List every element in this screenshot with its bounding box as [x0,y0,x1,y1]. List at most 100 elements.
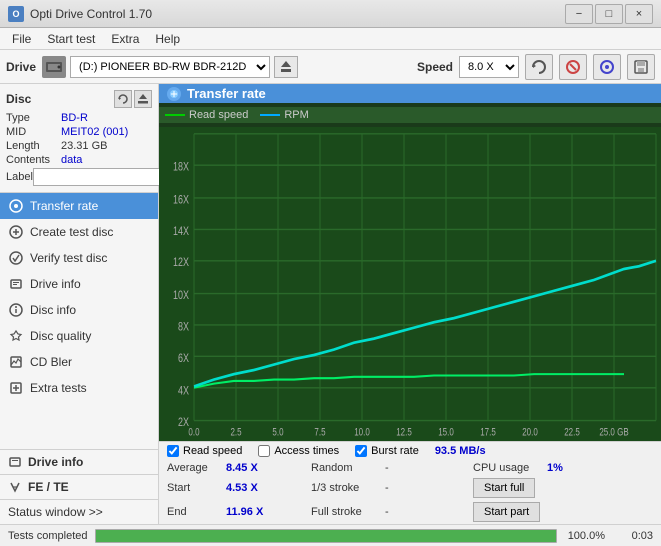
content-area: Transfer rate Read speed RPM [159,84,661,524]
svg-text:8X: 8X [178,320,189,334]
read-speed-cb[interactable] [167,445,179,457]
speed-select[interactable]: 8.0 X [459,56,519,78]
nav-disc-info-label: Disc info [30,303,76,317]
chart-title-bar: Transfer rate [159,84,661,103]
nav-cd-bler-label: CD Bler [30,355,72,369]
nav-extra-tests[interactable]: Extra tests [0,375,158,401]
length-key: Length [6,140,61,152]
status-window-button[interactable]: Status window >> [0,499,158,524]
access-times-checkbox[interactable]: Access times [258,445,339,457]
menu-start-test[interactable]: Start test [39,30,103,48]
contents-key: Contents [6,154,61,166]
drive-icon [42,56,66,78]
svg-text:17.5: 17.5 [480,426,496,439]
nav-create-test-disc[interactable]: Create test disc [0,219,158,245]
erase-button[interactable] [559,54,587,80]
svg-text:2X: 2X [178,416,189,430]
title-bar: O Opti Drive Control 1.70 − □ × [0,0,661,28]
menu-extra[interactable]: Extra [103,30,147,48]
svg-text:7.5: 7.5 [314,426,325,439]
stats-row-3: End 11.96 X Full stroke - Start part [159,500,661,524]
stats-col-cpu: CPU usage 1% [473,462,653,474]
stats-col-1-3: 1/3 stroke - [311,482,473,494]
main-content: Disc Type BD-R MID MEIT02 (001) [0,84,661,524]
progress-bar-container [95,529,557,543]
nav-verify-test-disc[interactable]: Verify test disc [0,245,158,271]
svg-text:16X: 16X [173,193,189,207]
stroke-1-3-key: 1/3 stroke [311,482,381,494]
speed-label: Speed [417,60,453,74]
drive-label: Drive [6,60,36,74]
burn-button[interactable] [593,54,621,80]
stroke-1-3-val: - [385,482,389,494]
verify-disc-icon [8,250,24,266]
legend-read-speed-label: Read speed [189,109,248,121]
burst-rate-cb[interactable] [355,445,367,457]
start-val: 4.53 X [226,482,271,494]
svg-text:10X: 10X [173,289,189,303]
menu-file[interactable]: File [4,30,39,48]
length-val: 23.31 GB [61,140,107,152]
save-button[interactable] [627,54,655,80]
nav-transfer-rate[interactable]: Transfer rate [0,193,158,219]
start-full-button[interactable]: Start full [473,478,535,498]
drive-selector-wrapper: (D:) PIONEER BD-RW BDR-212D 1.00 [42,56,411,78]
disc-eject-icon[interactable] [134,90,152,108]
end-val: 11.96 X [226,506,271,518]
svg-text:0.0: 0.0 [188,426,199,439]
nav-disc-quality[interactable]: Disc quality [0,323,158,349]
start-key: Start [167,482,222,494]
stats-col-start-full: Start full [473,478,653,498]
elapsed-time: 0:03 [613,530,653,542]
rpm-legend-color [260,114,280,116]
nav-verify-test-disc-label: Verify test disc [30,251,107,265]
menu-help[interactable]: Help [147,30,188,48]
mid-key: MID [6,126,61,138]
start-part-button[interactable]: Start part [473,502,540,522]
nav-drive-info-label: Drive info [30,277,81,291]
type-val: BD-R [61,112,88,124]
window-controls: − □ × [565,4,653,24]
svg-text:4X: 4X [178,384,189,398]
disc-section: Disc Type BD-R MID MEIT02 (001) [0,84,158,193]
chart-title: Transfer rate [187,86,266,101]
svg-text:25.0 GB: 25.0 GB [599,426,628,439]
chart-icon [167,87,181,101]
drive-info-header[interactable]: Drive info [0,450,158,474]
refresh-button[interactable] [525,54,553,80]
disc-quality-icon [8,328,24,344]
contents-val: data [61,154,82,166]
bottom-stats: Read speed Access times Burst rate 93.5 … [159,441,661,524]
progress-percent: 100.0% [565,530,605,542]
access-times-cb[interactable] [258,445,270,457]
minimize-button[interactable]: − [565,4,593,24]
close-button[interactable]: × [625,4,653,24]
read-speed-checkbox[interactable]: Read speed [167,445,242,457]
toolbar: Drive (D:) PIONEER BD-RW BDR-212D 1.00 S… [0,50,661,84]
svg-text:5.0: 5.0 [272,426,283,439]
nav-transfer-rate-label: Transfer rate [30,199,98,213]
chart-legend: Read speed RPM [159,107,661,123]
random-val: - [385,462,389,474]
drive-select[interactable]: (D:) PIONEER BD-RW BDR-212D 1.00 [70,56,270,78]
extra-tests-icon [8,380,24,396]
access-times-cb-label: Access times [274,445,339,457]
svg-text:10.0: 10.0 [354,426,370,439]
fete-section: FE / TE [0,474,158,499]
read-speed-cb-label: Read speed [183,445,242,457]
nav-cd-bler[interactable]: CD Bler [0,349,158,375]
disc-refresh-icon[interactable] [114,90,132,108]
drive-info-section: Drive info [0,449,158,474]
maximize-button[interactable]: □ [595,4,623,24]
svg-text:18X: 18X [173,160,189,174]
burst-rate-checkbox[interactable]: Burst rate [355,445,419,457]
nav-drive-info[interactable]: Drive info [0,271,158,297]
cpu-key: CPU usage [473,462,543,474]
nav-disc-info[interactable]: Disc info [0,297,158,323]
svg-text:6X: 6X [178,352,189,366]
svg-text:14X: 14X [173,225,189,239]
label-input[interactable] [33,168,171,186]
eject-button[interactable] [274,56,298,78]
disc-section-title: Disc [6,92,31,106]
fete-header[interactable]: FE / TE [0,475,158,499]
